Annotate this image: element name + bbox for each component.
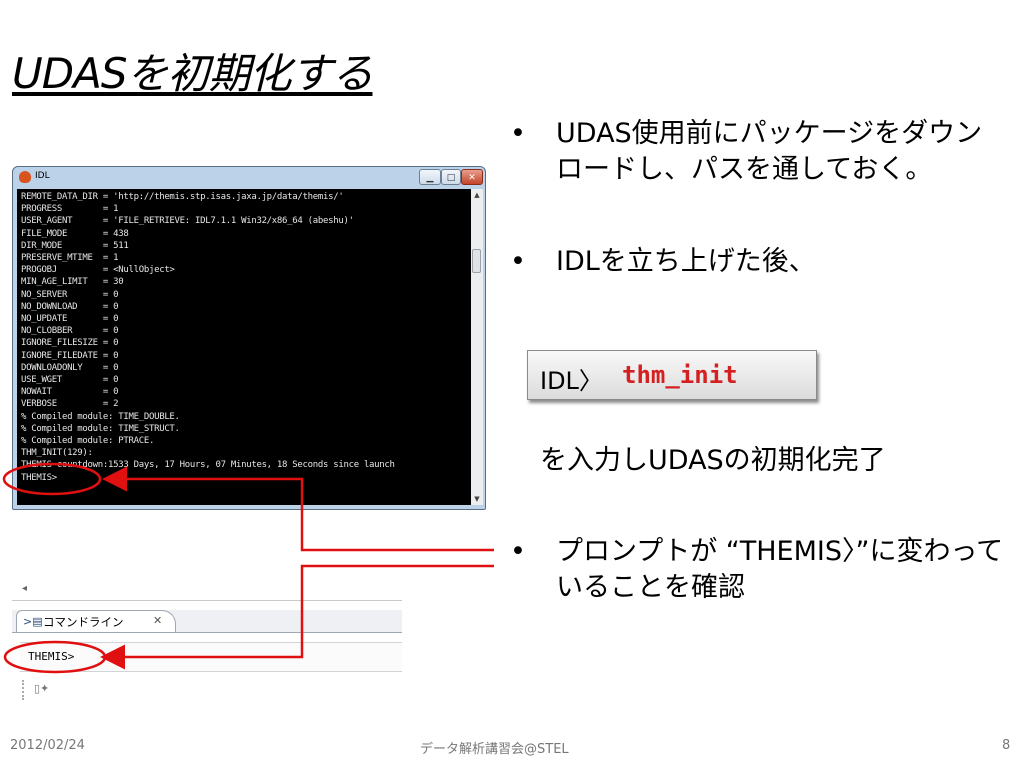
command-box: IDL〉 thm_init xyxy=(527,350,817,400)
minimize-button[interactable]: ▁ xyxy=(419,169,441,185)
console-line: REMOTE_DATA_DIR = 'http://themis.stp.isa… xyxy=(21,192,344,202)
console-line: USE_WGET = 0 xyxy=(21,375,119,386)
console-line: USER_AGENT = 'FILE_RETRIEVE: IDL7.1.1 Wi… xyxy=(21,216,354,227)
console-line: % Compiled module: TIME_DOUBLE. xyxy=(21,411,180,422)
console-line: VERBOSE = 2 xyxy=(21,399,119,410)
console-view-icon: >▤ xyxy=(23,615,43,628)
console-line: FILE_MODE = 438 xyxy=(21,228,129,239)
bullet-dot-icon: • xyxy=(510,246,526,277)
footer-date: 2012/02/24 xyxy=(10,738,85,753)
idl-titlebar: IDL ▁ □ ✕ xyxy=(13,167,485,189)
scroll-up-icon[interactable]: ▲ xyxy=(471,189,483,201)
command-prefix: IDL〉 xyxy=(540,367,603,395)
completion-text: を入力しUDASの初期化完了 xyxy=(540,445,886,476)
themis-prompt: THEMIS> xyxy=(28,650,75,663)
bullet-text: プロンプトが “THEMIS〉”に変わっていることを確認 xyxy=(556,536,1004,603)
close-button[interactable]: ✕ xyxy=(461,169,483,185)
bullet-text: UDAS使用前にパッケージをダウンロードし、パスを通しておく。 xyxy=(556,118,983,185)
console-line: PRESERVE_MTIME = 1 xyxy=(21,253,119,264)
toolbar-grip xyxy=(22,680,26,700)
console-line: THEMIS countdown:1533 Days, 17 Hours, 07… xyxy=(21,460,395,471)
bullet-dot-icon: • xyxy=(510,536,526,567)
tab-command-line-label: コマンドライン xyxy=(43,615,124,629)
console-line: IGNORE_FILESIZE = 0 xyxy=(21,338,119,349)
console-line: NO_UPDATE = 0 xyxy=(21,314,119,325)
bullet-text: IDLを立ち上げた後、 xyxy=(556,246,816,277)
page-number: 8 xyxy=(1002,738,1011,753)
scroll-left-icon[interactable]: ◂ xyxy=(22,583,27,594)
tab-command-line[interactable]: >▤ コマンドライン ✕ xyxy=(16,610,176,632)
editor-scroll-area: ◂ xyxy=(12,580,402,601)
console-line: DOWNLOADONLY = 0 xyxy=(21,362,119,373)
idl-window: IDL ▁ □ ✕ REMOTE_DATA_DIR = 'http://them… xyxy=(12,166,486,510)
new-file-icon[interactable]: ▯✦ xyxy=(34,682,49,695)
eclipse-panel: ◂ >▤ コマンドライン ✕ THEMIS> ▯✦ xyxy=(12,580,402,708)
scroll-down-icon[interactable]: ▼ xyxy=(471,493,483,505)
console-line: % Compiled module: PTRACE. xyxy=(21,436,155,447)
console-line: NO_CLOBBER = 0 xyxy=(21,326,119,337)
scroll-thumb[interactable] xyxy=(472,249,481,273)
command-input-area[interactable] xyxy=(20,642,402,672)
console-line: MIN_AGE_LIMIT = 30 xyxy=(21,277,124,288)
console-line: % Compiled module: TIME_STRUCT. xyxy=(21,423,180,434)
console-line: IGNORE_FILEDATE = 0 xyxy=(21,350,119,361)
console-line: THM_INIT(129): xyxy=(21,448,93,459)
command-text: thm_init xyxy=(622,361,738,389)
idl-app-icon xyxy=(19,171,31,183)
console-output: REMOTE_DATA_DIR = 'http://themis.stp.isa… xyxy=(21,191,395,484)
idl-console[interactable]: REMOTE_DATA_DIR = 'http://themis.stp.isa… xyxy=(17,189,471,505)
console-line: THEMIS> xyxy=(21,472,57,483)
console-line: NOWAIT = 0 xyxy=(21,387,119,398)
maximize-button[interactable]: □ xyxy=(441,169,461,185)
view-tabbar: >▤ コマンドライン ✕ xyxy=(12,610,402,633)
bullet-dot-icon: • xyxy=(510,118,526,149)
idl-window-title: IDL xyxy=(35,171,50,181)
console-line: DIR_MODE = 511 xyxy=(21,240,129,251)
console-line: PROGRESS = 1 xyxy=(21,204,119,215)
console-line: NO_SERVER = 0 xyxy=(21,289,119,300)
slide-title: UDASを初期化する xyxy=(12,49,373,98)
console-scrollbar[interactable]: ▲ ▼ xyxy=(471,189,483,505)
footer-title: データ解析講習会@STEL xyxy=(420,742,569,757)
tab-close-icon[interactable]: ✕ xyxy=(153,614,162,627)
console-line: NO_DOWNLOAD = 0 xyxy=(21,301,119,312)
console-line: PROGOBJ = <NullObject> xyxy=(21,265,175,276)
